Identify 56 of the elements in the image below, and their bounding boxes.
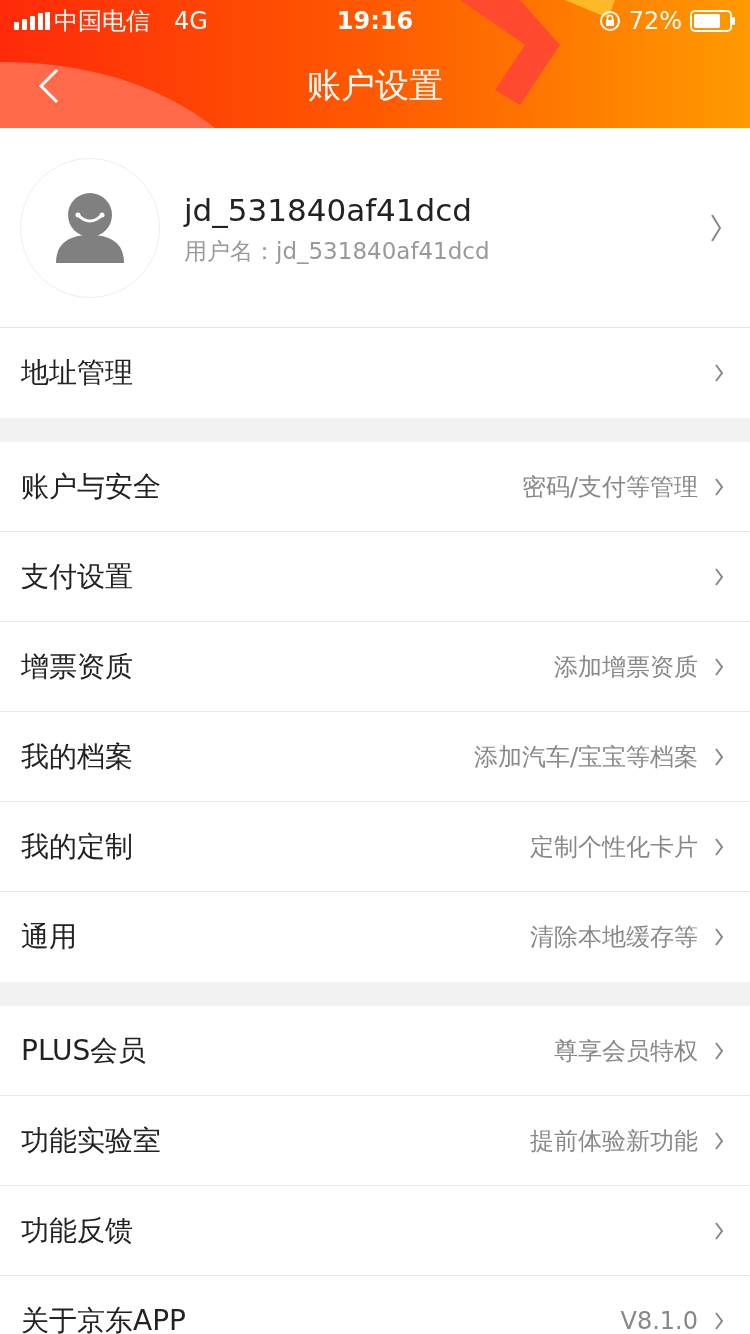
item-label: 账户与安全 (21, 468, 161, 505)
item-detail: V8.1.0 (620, 1306, 698, 1334)
user-nickname: jd_531840af41dcd (184, 191, 473, 230)
settings-item[interactable]: 关于京东APP V8.1.0 (0, 1276, 750, 1334)
item-detail: 清除本地缓存等 (530, 922, 698, 953)
chevron-right-icon (714, 656, 724, 677)
stripe-shape (565, 0, 615, 18)
chevron-right-icon (714, 927, 724, 947)
item-label: 功能实验室 (21, 1122, 161, 1159)
item-label: 通用 (21, 919, 77, 955)
battery-percent: 72% (628, 6, 682, 37)
item-label: 地址管理 (21, 355, 133, 391)
settings-item[interactable]: 功能实验室 提前体验新功能 (0, 1096, 750, 1186)
settings-item[interactable]: 功能反馈 (0, 1186, 750, 1276)
battery-icon (690, 10, 736, 32)
item-detail: 密码/支付等管理 (521, 471, 698, 503)
status-time: 19:16 (336, 6, 414, 37)
item-label: 关于京东APP (21, 1303, 186, 1334)
item-label: 我的定制 (21, 828, 133, 865)
chevron-right-icon (714, 1130, 724, 1151)
chevron-right-icon (714, 1311, 724, 1331)
chevron-right-icon (714, 746, 724, 767)
item-detail: 添加汽车/宝宝等档案 (473, 741, 698, 773)
settings-item[interactable]: 增票资质 添加增票资质 (0, 622, 750, 712)
rotation-lock-icon (598, 10, 621, 32)
settings-item[interactable]: 地址管理 (0, 328, 750, 418)
back-icon[interactable] (38, 68, 60, 104)
chevron-right-icon (714, 1040, 724, 1061)
settings-item[interactable]: PLUS会员 尊享会员特权 (0, 1006, 750, 1096)
signal-icon (14, 12, 50, 30)
username-text: 用户名：jd_531840af41dcd (184, 236, 490, 266)
chevron-right-icon (714, 836, 724, 857)
chevron-right-icon (714, 1220, 724, 1241)
item-label: 支付设置 (21, 558, 133, 595)
settings-item[interactable]: 通用 清除本地缓存等 (0, 892, 750, 982)
item-detail: 尊享会员特权 (554, 1035, 698, 1067)
chevron-right-icon (710, 212, 722, 243)
chevron-right-icon (714, 566, 724, 587)
profile-card[interactable]: jd_531840af41dcd 用户名：jd_531840af41dcd (0, 128, 750, 328)
item-label: 增票资质 (21, 648, 133, 685)
item-label: 我的档案 (21, 738, 133, 775)
settings-item[interactable]: 账户与安全 密码/支付等管理 (0, 442, 750, 532)
carrier-text: 中国电信 (54, 6, 150, 37)
chevron-right-icon (714, 363, 724, 383)
settings-item[interactable]: 我的档案 添加汽车/宝宝等档案 (0, 712, 750, 802)
user-icon (56, 192, 124, 263)
item-detail: 定制个性化卡片 (530, 831, 698, 863)
page-title: 账户设置 (307, 63, 443, 107)
settings-item[interactable]: 支付设置 (0, 532, 750, 622)
settings-item[interactable]: 我的定制 定制个性化卡片 (0, 802, 750, 892)
network-text: 4G (174, 6, 208, 37)
item-label: 功能反馈 (21, 1212, 133, 1249)
item-label: PLUS会员 (21, 1032, 147, 1069)
item-detail: 添加增票资质 (554, 651, 698, 683)
item-detail: 提前体验新功能 (530, 1125, 698, 1157)
chevron-right-icon (714, 476, 724, 497)
